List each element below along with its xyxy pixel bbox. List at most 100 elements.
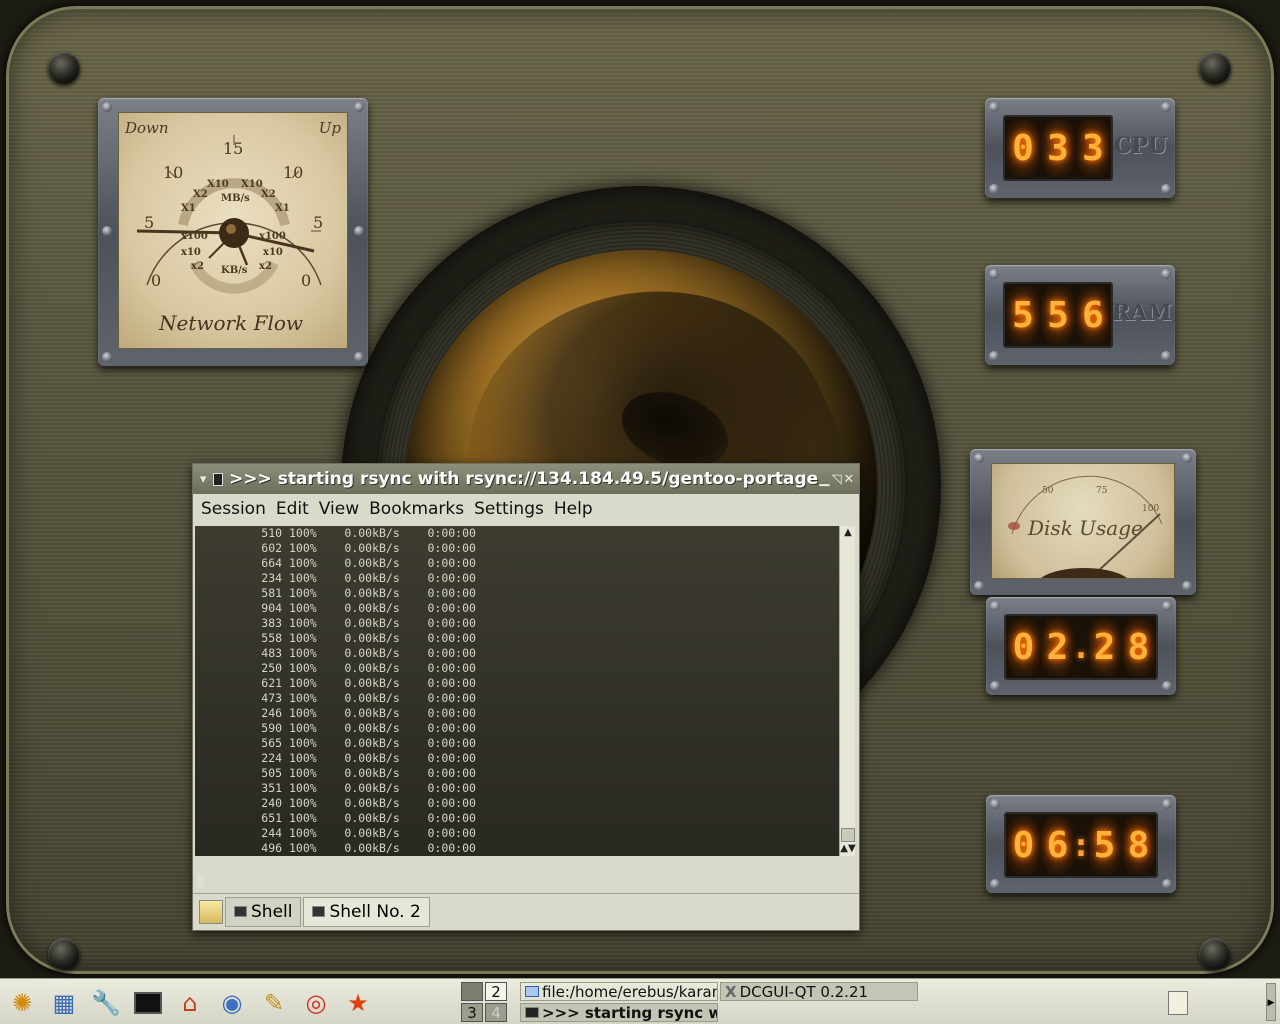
ram-nixie-display: 5 5 6 — [1003, 282, 1113, 348]
screw — [989, 351, 999, 361]
menu-session[interactable]: Session — [201, 499, 266, 519]
terminal-scrollbar[interactable]: ▲ ▲▼ — [839, 526, 856, 856]
task-file-manager[interactable]: file:/home/erebus/karam — [520, 982, 718, 1001]
terminal-line: 558 100% 0.00kB/s 0:00:00 — [199, 631, 476, 645]
corner-screw — [1199, 938, 1231, 970]
nixie-digit: 0 — [1008, 816, 1039, 874]
pager-desktop-1[interactable]: 1 — [461, 982, 483, 1001]
screw — [974, 453, 984, 463]
kde-menu-icon[interactable]: ✺ — [6, 987, 38, 1019]
tab-label: Shell — [251, 901, 293, 922]
terminal-line: 651 100% 0.00kB/s 0:00:00 — [199, 811, 476, 825]
nixie-digit: 5 — [1089, 816, 1120, 874]
terminal-line: 240 100% 0.00kB/s 0:00:00 — [199, 796, 476, 810]
menu-bookmarks[interactable]: Bookmarks — [369, 499, 464, 519]
nixie-digit: 0 — [1008, 618, 1039, 676]
date-nixie-display: 0 2 . 2 8 — [1004, 614, 1158, 680]
screw — [990, 879, 1000, 889]
terminal-icon — [312, 906, 326, 917]
desktop-icon[interactable]: ▦ — [48, 987, 80, 1019]
gauge-multiplier: x100 — [181, 231, 208, 242]
nixie-digit: 8 — [1123, 618, 1154, 676]
nixie-separator: . — [1071, 628, 1091, 666]
task-label: DCGUI-QT 0.2.21 — [739, 983, 869, 1001]
screw — [990, 601, 1000, 611]
window-titlebar[interactable]: ▾ >>> starting rsync with rsync://134.18… — [193, 464, 859, 494]
window-menu-icon[interactable]: ▾ — [197, 472, 209, 487]
nixie-digit: 2 — [1042, 618, 1073, 676]
session-tabs: Shell Shell No. 2 — [193, 893, 859, 929]
terminal-line: 246 100% 0.00kB/s 0:00:00 — [199, 706, 476, 720]
network-icon[interactable]: ◉ — [216, 987, 248, 1019]
terminal-line: 224 100% 0.00kB/s 0:00:00 — [199, 751, 476, 765]
screw — [990, 799, 1000, 809]
help-icon[interactable]: ◎ — [300, 987, 332, 1019]
window-title: >>> starting rsync with rsync://134.184.… — [229, 469, 819, 489]
screw — [1162, 681, 1172, 691]
clock-nixie-display: 0 6 : 5 8 — [1004, 812, 1158, 878]
screw — [1182, 581, 1192, 591]
menu-settings[interactable]: Settings — [474, 499, 544, 519]
terminal-cursor — [197, 874, 204, 887]
terminal-line: 602 100% 0.00kB/s 0:00:00 — [199, 541, 476, 555]
gauge-multiplier: X2 — [193, 189, 208, 200]
scrollbar-thumb[interactable] — [841, 828, 855, 842]
gauge-up-label: Up — [318, 119, 341, 137]
terminal-line: 244 100% 0.00kB/s 0:00:00 — [199, 826, 476, 840]
pager-desktop-3[interactable]: 3 — [461, 1003, 483, 1022]
task-dcgui[interactable]: X DCGUI-QT 0.2.21 — [720, 982, 918, 1001]
tab-label: Shell No. 2 — [329, 901, 421, 922]
panel-hide-handle[interactable]: ▶ — [1266, 983, 1276, 1021]
terminal-line: 621 100% 0.00kB/s 0:00:00 — [199, 676, 476, 690]
disk-tick-label: 100 — [1142, 504, 1160, 514]
menu-help[interactable]: Help — [554, 499, 593, 519]
terminal-line: 234 100% 0.00kB/s 0:00:00 — [199, 571, 476, 585]
new-session-icon[interactable] — [199, 899, 223, 924]
network-gauge[interactable]: Down Up 0 5 10 15 10 5 0 MB/s KB/s X1 X2… — [118, 112, 348, 349]
screw — [354, 352, 364, 362]
screw — [1162, 879, 1172, 889]
klipper-icon[interactable] — [1162, 987, 1194, 1019]
editor-icon[interactable]: ✎ — [258, 987, 290, 1019]
konsole-window[interactable]: ▾ >>> starting rsync with rsync://134.18… — [192, 463, 860, 931]
gauge-multiplier: X2 — [261, 189, 276, 200]
task-konsole[interactable]: >>> starting rsync wit — [520, 1003, 718, 1022]
terminal-icon[interactable] — [132, 987, 164, 1019]
disk-usage-title: Disk Usage — [1028, 516, 1143, 540]
terminal-line: 383 100% 0.00kB/s 0:00:00 — [199, 616, 476, 630]
maximize-icon[interactable]: ◹ — [830, 472, 842, 487]
gauge-multiplier: X10 — [241, 179, 263, 190]
settings-icon[interactable]: 🔧 — [90, 987, 122, 1019]
screw — [102, 102, 112, 112]
menu-view[interactable]: View — [319, 499, 359, 519]
pager-desktop-4[interactable]: 4 — [485, 1003, 507, 1022]
scroll-down-icon[interactable]: ▲▼ — [840, 842, 856, 856]
terminal-line: 904 100% 0.00kB/s 0:00:00 — [199, 601, 476, 615]
terminal-line: 473 100% 0.00kB/s 0:00:00 — [199, 691, 476, 705]
tab-shell-no-2[interactable]: Shell No. 2 — [303, 896, 430, 927]
gauge-multiplier: X1 — [181, 203, 196, 214]
screw — [102, 226, 112, 236]
nixie-separator: : — [1071, 826, 1091, 864]
screw — [989, 102, 999, 112]
home-icon[interactable]: ⌂ — [174, 987, 206, 1019]
minimize-icon[interactable]: ▁ — [818, 472, 830, 487]
screw — [989, 184, 999, 194]
terminal-output[interactable]: 510 100% 0.00kB/s 0:00:00 602 100% 0.00k… — [195, 526, 839, 856]
gauge-tick-label: 10 — [163, 163, 184, 182]
tab-shell[interactable]: Shell — [225, 896, 302, 927]
terminal-line: 505 100% 0.00kB/s 0:00:00 — [199, 766, 476, 780]
x-icon: X — [725, 983, 737, 1001]
pager-desktop-2[interactable]: 2 — [485, 982, 507, 1001]
terminal-line: 664 100% 0.00kB/s 0:00:00 — [199, 556, 476, 570]
gauge-multiplier: x10 — [181, 247, 201, 258]
star-icon[interactable]: ★ — [342, 987, 374, 1019]
gauge-multiplier: X1 — [275, 203, 290, 214]
nixie-digit: 8 — [1123, 816, 1154, 874]
terminal-line: 565 100% 0.00kB/s 0:00:00 — [199, 736, 476, 750]
scroll-up-icon[interactable]: ▲ — [840, 526, 856, 540]
gauge-title: Network Flow — [159, 311, 304, 335]
menu-edit[interactable]: Edit — [276, 499, 309, 519]
close-icon[interactable]: ✕ — [843, 472, 855, 487]
screw — [989, 269, 999, 279]
